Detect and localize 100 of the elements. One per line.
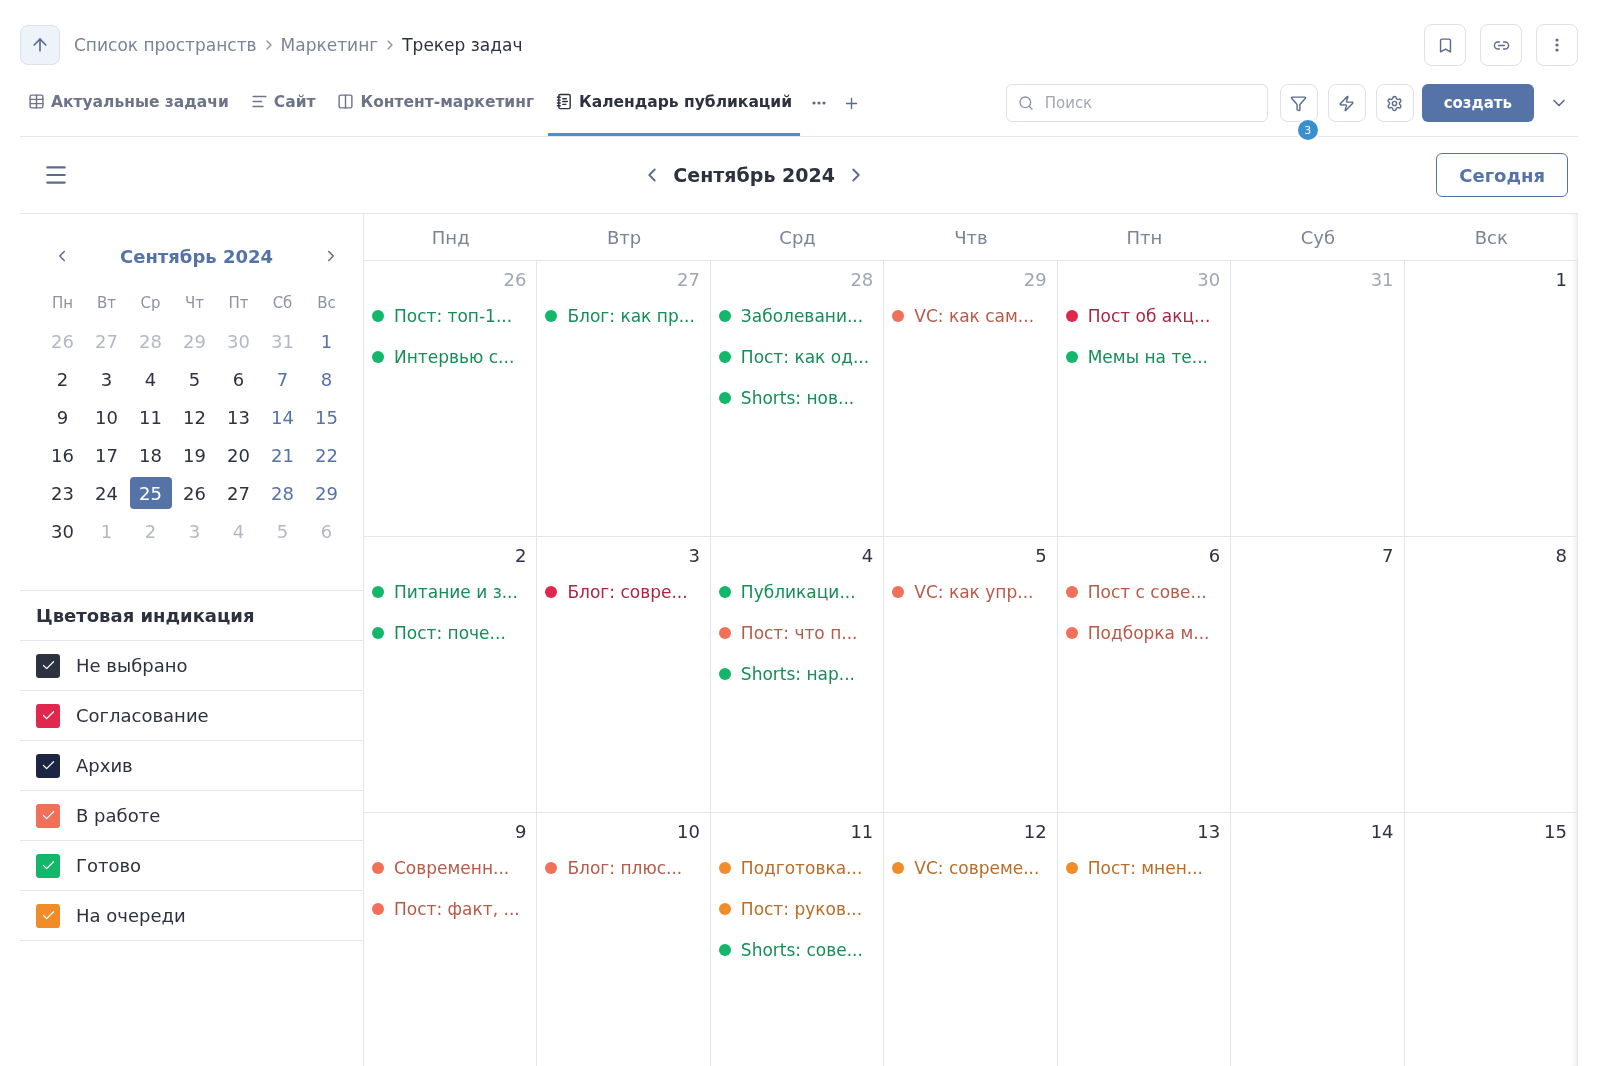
mini-calendar-day[interactable]: 3	[85, 363, 128, 395]
mini-calendar-day[interactable]: 7	[261, 363, 304, 395]
day-number: 1	[1555, 269, 1567, 290]
filter-button[interactable]	[1279, 84, 1318, 122]
mini-calendar-day[interactable]: 2	[41, 363, 84, 395]
calendar-event[interactable]: Блог: совре...	[545, 577, 700, 607]
calendar-event[interactable]: VC: как сам...	[892, 301, 1047, 331]
day-number: 15	[1544, 821, 1567, 842]
weekday-header: Срд	[778, 225, 817, 250]
view-tab[interactable]: Сайт	[242, 70, 324, 136]
calendar-event[interactable]: Пост об акц...	[1065, 301, 1221, 331]
legend-label: Согласование	[76, 705, 209, 726]
calendar-event[interactable]: Интервью с...	[372, 342, 527, 372]
day-number: 10	[676, 821, 700, 842]
calendar-event[interactable]: Пост: руков...	[718, 894, 874, 924]
calendar-event[interactable]: Мемы на те...	[1065, 342, 1221, 372]
weekday-label: Пт	[227, 293, 250, 314]
legend-item[interactable]: В работе	[20, 791, 363, 841]
calendar-event[interactable]: Блог: плюс...	[545, 853, 700, 883]
view-tab[interactable]: Контент-маркетинг	[329, 70, 543, 136]
columns-icon	[337, 93, 355, 110]
legend-item[interactable]: Не выбрано	[20, 641, 363, 691]
mini-calendar-day[interactable]: 21	[261, 439, 304, 471]
mini-calendar-day[interactable]: 24	[85, 477, 128, 509]
legend-checkbox[interactable]	[36, 653, 60, 678]
mini-calendar-day[interactable]: 1	[305, 325, 348, 357]
breadcrumb-link[interactable]: Список пространств	[74, 35, 257, 55]
bookmark-button[interactable]	[1424, 24, 1466, 66]
mini-calendar-day[interactable]: 5	[173, 363, 216, 395]
day-number: 29	[1023, 269, 1047, 290]
mini-calendar-day[interactable]: 9	[41, 401, 84, 433]
calendar-event[interactable]: Пост: поче...	[372, 618, 527, 648]
calendar-event[interactable]: Блог: как пр...	[545, 301, 700, 331]
weekday-label: Сб	[271, 293, 294, 314]
calendar-event[interactable]: Shorts: сове...	[718, 935, 874, 965]
legend-item[interactable]: На очереди	[20, 891, 363, 941]
legend-checkbox[interactable]	[36, 903, 60, 928]
mini-calendar-day[interactable]: 26	[173, 477, 216, 509]
mini-calendar-day[interactable]: 14	[261, 401, 304, 433]
today-button[interactable]: Сегодня	[1436, 153, 1568, 197]
mini-calendar-day[interactable]: 30	[41, 515, 84, 547]
calendar-event[interactable]: Современн...	[372, 853, 527, 883]
calendar-event[interactable]: Shorts: нов...	[718, 383, 874, 413]
mini-calendar-day[interactable]: 18	[129, 439, 172, 471]
calendar-event[interactable]: Пост: факт, ...	[372, 894, 527, 924]
mini-calendar-day[interactable]: 27	[217, 477, 260, 509]
mini-calendar-day[interactable]: 20	[217, 439, 260, 471]
view-tab[interactable]: Календарь публикаций	[548, 70, 801, 136]
legend-checkbox[interactable]	[36, 803, 60, 828]
calendar-event[interactable]: Пост: что п...	[718, 618, 874, 648]
legend-item[interactable]: Согласование	[20, 691, 363, 741]
weekday-label: Пн	[50, 293, 75, 314]
calendar-event[interactable]: Пост с сове...	[1065, 577, 1221, 607]
breadcrumb-link[interactable]: Трекер задач	[402, 35, 523, 55]
mini-calendar-day[interactable]: 29	[305, 477, 348, 509]
mini-calendar-day[interactable]: 16	[41, 439, 84, 471]
mini-calendar-day[interactable]: 12	[173, 401, 216, 433]
link-button[interactable]	[1480, 24, 1522, 66]
grid-icon	[28, 93, 45, 110]
mini-calendar-day[interactable]: 17	[85, 439, 128, 471]
mini-calendar-day[interactable]: 23	[41, 477, 84, 509]
mini-calendar-day[interactable]: 11	[129, 401, 172, 433]
view-tab[interactable]: Актуальные задачи	[20, 70, 237, 136]
calendar-event[interactable]: VC: совреме...	[892, 853, 1047, 883]
mini-calendar-day[interactable]: 10	[85, 401, 128, 433]
calendar-event[interactable]: VC: как упр...	[892, 577, 1047, 607]
mini-calendar-title: Сентябрь 2024	[119, 245, 273, 267]
mini-calendar-day[interactable]: 22	[305, 439, 348, 471]
mini-calendar-day[interactable]: 13	[217, 401, 260, 433]
legend-checkbox[interactable]	[36, 703, 60, 728]
mini-calendar-day[interactable]: 8	[305, 363, 348, 395]
day-number: 11	[850, 821, 874, 842]
mini-calendar-day[interactable]: 19	[173, 439, 216, 471]
breadcrumb-link[interactable]: Маркетинг	[280, 35, 379, 55]
mini-calendar-day[interactable]: 15	[305, 401, 348, 433]
lightning-button[interactable]	[1327, 84, 1366, 122]
search-field[interactable]: Поиск	[1005, 84, 1268, 122]
calendar-event[interactable]: Пост: топ-1...	[372, 301, 527, 331]
mini-calendar-day[interactable]: 25	[129, 477, 172, 509]
calendar-event[interactable]: Публикаци...	[718, 577, 874, 607]
legend-item[interactable]: Готово	[20, 841, 363, 891]
legend-checkbox[interactable]	[36, 753, 60, 778]
day-number: 14	[1370, 821, 1394, 842]
up-arrow-button[interactable]	[20, 25, 60, 65]
create-button[interactable]: создать	[1421, 84, 1534, 122]
calendar-event[interactable]: Пост: как од...	[718, 342, 874, 372]
mini-calendar-day[interactable]: 4	[129, 363, 172, 395]
calendar-event[interactable]: Shorts: нар...	[718, 659, 874, 689]
calendar-event[interactable]: Подборка м...	[1065, 618, 1221, 648]
calendar-event[interactable]: Подготовка...	[718, 853, 874, 883]
mini-calendar-day[interactable]: 28	[261, 477, 304, 509]
day-number: 12	[1023, 821, 1047, 842]
day-number: 4	[861, 545, 874, 566]
settings-button[interactable]	[1375, 84, 1414, 122]
mini-calendar-day[interactable]: 6	[217, 363, 260, 395]
legend-item[interactable]: Архив	[20, 741, 363, 791]
legend-checkbox[interactable]	[36, 853, 60, 878]
calendar-event[interactable]: Пост: мнен...	[1065, 853, 1221, 883]
calendar-event[interactable]: Заболевани...	[718, 301, 874, 331]
calendar-event[interactable]: Питание и з...	[372, 577, 527, 607]
